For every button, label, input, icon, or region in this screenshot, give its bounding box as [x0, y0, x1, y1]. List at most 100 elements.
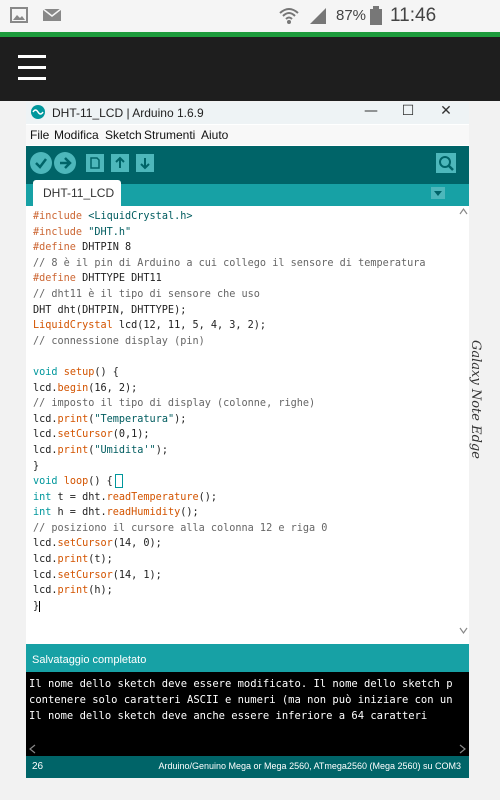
fn-readtemperature: readTemperature — [106, 491, 199, 503]
code-text: #include <LiquidCrystal.h> #include "DHT… — [33, 211, 426, 612]
close-icon[interactable]: ✕ — [434, 103, 458, 123]
console-line: contenere solo caratteri ASCII e numeri … — [29, 694, 453, 706]
menu-modifica[interactable]: Modifica — [54, 128, 99, 142]
code-fragment: (0,1); — [112, 429, 150, 441]
include-dht: "DHT.h" — [88, 226, 132, 238]
line-number: 26 — [32, 761, 44, 772]
maximize-icon[interactable]: ☐ — [396, 103, 420, 123]
menu-strumenti[interactable]: Strumenti — [144, 128, 195, 142]
class-liquidcrystal: LiquidCrystal — [33, 320, 113, 332]
code-fragment: (14, 0); — [112, 538, 162, 550]
code-fragment: (14, 1); — [112, 569, 162, 581]
kw-int: int — [33, 491, 52, 503]
kw-int: int — [33, 507, 52, 519]
kw-void: void — [33, 366, 58, 378]
fn-print: print — [57, 444, 89, 456]
upload-icon[interactable] — [54, 152, 76, 174]
menu-sketch[interactable]: Sketch — [105, 128, 142, 142]
code-fragment: lcd. — [33, 444, 58, 456]
comment-line: // dht11 è il tipo di sensore che uso — [33, 288, 260, 300]
comment-line: // connessione display (pin) — [33, 335, 205, 347]
phone-status-bar: 87% 11:46 — [0, 0, 500, 32]
kw-include: #include — [33, 211, 83, 222]
bracket-highlight — [114, 474, 123, 489]
kw-void: void — [33, 476, 58, 488]
code-editor[interactable]: #include <LiquidCrystal.h> #include "DHT… — [26, 206, 469, 636]
editor-divider — [26, 636, 469, 644]
console-scrollbar[interactable] — [26, 742, 469, 754]
code-fragment: () { — [88, 476, 113, 488]
include-lib: <LiquidCrystal.h> — [88, 211, 193, 222]
code-fragment: (16, 2); — [88, 382, 138, 394]
string-literal: "Temperatura" — [94, 413, 175, 425]
define-dhttype: DHTTYPE DHT11 — [75, 273, 162, 285]
app-bar — [0, 37, 500, 101]
code-fragment: () { — [94, 366, 119, 378]
console-line: Il nome dello sketch deve essere modific… — [29, 678, 453, 690]
wifi-icon — [278, 6, 300, 30]
battery-icon — [370, 6, 382, 30]
window-title: DHT-11_LCD | Arduino 1.6.9 — [52, 106, 204, 120]
fn-loop: loop — [63, 476, 89, 488]
code-fragment: (); — [180, 507, 199, 519]
text-cursor — [39, 600, 41, 612]
open-icon[interactable] — [109, 152, 131, 174]
code-fragment: lcd. — [33, 538, 58, 550]
code-fragment: (); — [198, 491, 218, 503]
code-fragment: lcd. — [33, 429, 58, 441]
footer-bar: 26 Arduino/Genuino Mega or Mega 2560, AT… — [26, 756, 469, 778]
serial-monitor-icon[interactable] — [435, 152, 457, 174]
string-literal: "Umidita'" — [94, 444, 156, 456]
fn-begin: begin — [57, 382, 89, 394]
fn-print: print — [57, 585, 89, 597]
comment-line: // imposto il tipo di display (colonne, … — [33, 398, 316, 410]
verify-icon[interactable] — [30, 152, 52, 174]
editor-scrollbar[interactable] — [458, 206, 469, 636]
save-icon[interactable] — [134, 152, 156, 174]
signal-icon — [308, 6, 328, 30]
code-line-lcd: lcd(12, 11, 5, 4, 3, 2); — [112, 320, 267, 332]
comment-line: // 8 è il pin di Arduino a cui collego i… — [33, 257, 426, 269]
fn-readhumidity: readHumidity — [106, 507, 181, 519]
kw-define: #define — [33, 242, 76, 254]
code-line-dht: DHT dht(DHTPIN, DHTTYPE); — [33, 304, 187, 316]
clock: 11:46 — [390, 5, 437, 26]
status-message: Salvataggio completato — [32, 654, 147, 666]
code-fragment: lcd. — [33, 585, 58, 597]
code-fragment: h = dht. — [51, 507, 107, 519]
title-bar[interactable]: DHT-11_LCD | Arduino 1.6.9 — ☐ ✕ — [26, 102, 469, 124]
fn-setcursor: setCursor — [57, 429, 113, 441]
code-fragment: lcd. — [33, 382, 58, 394]
kw-include: #include — [33, 226, 83, 238]
tab-label: DHT-11_LCD — [43, 186, 115, 200]
board-info: Arduino/Genuino Mega or Mega 2560, ATmeg… — [158, 761, 461, 771]
code-fragment: (h); — [88, 585, 113, 597]
console-line: Il nome dello sketch deve anche essere i… — [29, 710, 428, 722]
menu-bar: File Modifica Sketch Strumenti Aiuto — [26, 125, 469, 145]
fn-setcursor: setCursor — [57, 538, 113, 550]
code-fragment: (t); — [88, 554, 113, 566]
fn-setup: setup — [63, 366, 95, 378]
define-dhtpin: DHTPIN 8 — [75, 242, 132, 254]
arduino-logo-icon — [31, 105, 45, 119]
code-fragment: lcd. — [33, 569, 58, 581]
minimize-icon[interactable]: — — [359, 103, 383, 123]
arduino-window: DHT-11_LCD | Arduino 1.6.9 — ☐ ✕ File Mo… — [26, 102, 469, 778]
new-icon[interactable] — [84, 152, 106, 174]
toolbar — [26, 146, 469, 184]
fn-print: print — [57, 554, 89, 566]
code-fragment: } — [33, 460, 40, 472]
menu-file[interactable]: File — [30, 128, 49, 142]
tab-dht-11-lcd[interactable]: DHT-11_LCD — [33, 180, 121, 206]
fn-setcursor: setCursor — [57, 569, 113, 581]
menu-icon[interactable] — [18, 55, 46, 81]
tab-menu-icon[interactable] — [431, 186, 445, 199]
code-fragment: t = dht. — [51, 491, 107, 503]
menu-aiuto[interactable]: Aiuto — [201, 128, 228, 142]
code-fragment: lcd. — [33, 413, 58, 425]
comment-line: // posiziono il cursore alla colonna 12 … — [33, 522, 328, 534]
device-label: Galaxy Note Edge — [468, 340, 483, 459]
image-icon — [10, 6, 28, 28]
fn-print: print — [57, 413, 89, 425]
battery-percent: 87% — [336, 7, 367, 24]
